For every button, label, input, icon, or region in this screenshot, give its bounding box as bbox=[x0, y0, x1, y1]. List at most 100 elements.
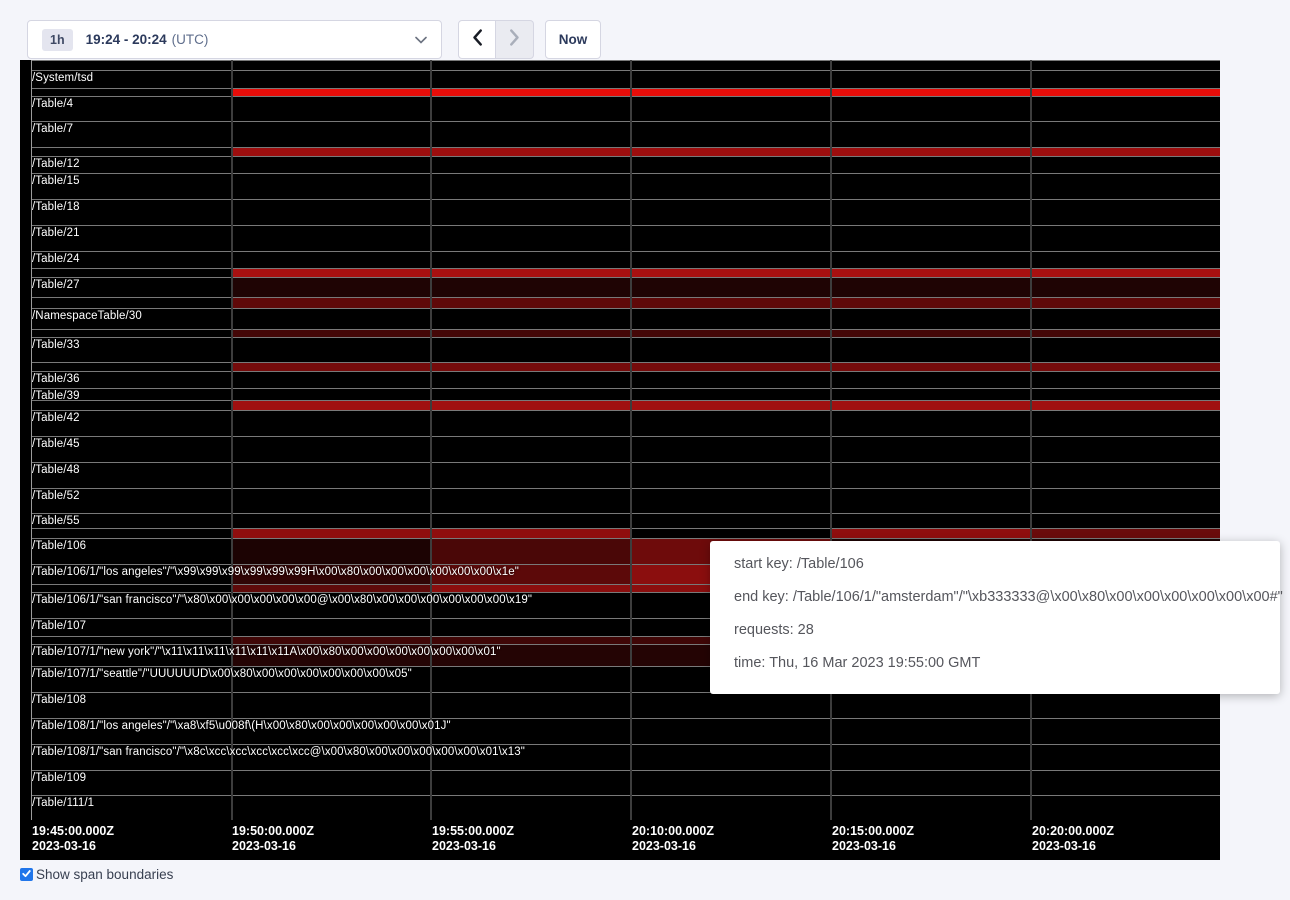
tooltip-line: start key: /Table/106 bbox=[734, 554, 1256, 574]
keyspace-row[interactable]: /Table/15 bbox=[31, 173, 1220, 199]
keyspace-row[interactable]: /Table/108/1/"san francisco"/"\x8c\xcc\x… bbox=[31, 744, 1220, 770]
heat-cell[interactable] bbox=[232, 637, 431, 644]
keyspace-row[interactable]: /Table/111/1 bbox=[31, 795, 1220, 820]
tooltip-line: time: Thu, 16 Mar 2023 19:55:00 GMT bbox=[734, 653, 1256, 673]
time-range-selector[interactable]: 1h 19:24 - 20:24 (UTC) bbox=[27, 20, 442, 59]
heat-cell[interactable] bbox=[232, 148, 431, 156]
heat-cell[interactable] bbox=[232, 89, 431, 96]
heat-cell[interactable] bbox=[232, 269, 431, 277]
keyspace-row[interactable]: /Table/42 bbox=[31, 410, 1220, 436]
heat-cell[interactable] bbox=[831, 401, 1031, 410]
heat-cell[interactable] bbox=[431, 529, 631, 538]
heat-cell[interactable] bbox=[831, 363, 1031, 371]
heat-cell[interactable] bbox=[431, 401, 631, 410]
heat-cell[interactable] bbox=[631, 298, 831, 308]
heat-cell[interactable] bbox=[1031, 298, 1220, 308]
heat-cell[interactable] bbox=[631, 278, 831, 297]
heat-cell[interactable] bbox=[831, 269, 1031, 277]
heat-cell[interactable] bbox=[232, 298, 431, 308]
keyspace-row[interactable]: /System/tsd bbox=[31, 70, 1220, 88]
heat-cell[interactable] bbox=[232, 401, 431, 410]
time-tick-label: 19:55:00.000Z2023-03-16 bbox=[432, 824, 514, 854]
key-label: /Table/106/1/"san francisco"/"\x80\x00\x… bbox=[32, 594, 532, 606]
keyspace-row[interactable]: /Table/109 bbox=[31, 770, 1220, 795]
key-label: /Table/109 bbox=[32, 772, 86, 784]
heat-cell[interactable] bbox=[831, 330, 1031, 337]
keyspace-row[interactable]: /Table/108/1/"los angeles"/"\xa8\xf5\u00… bbox=[31, 718, 1220, 744]
heat-cell[interactable] bbox=[232, 539, 431, 564]
heat-band-row[interactable] bbox=[31, 268, 1220, 277]
key-label: /Table/108 bbox=[32, 694, 86, 706]
heat-cell[interactable] bbox=[1031, 330, 1220, 337]
keyspace-row[interactable]: /Table/12 bbox=[31, 156, 1220, 173]
heat-cell[interactable] bbox=[431, 278, 631, 297]
heat-cell[interactable] bbox=[1031, 269, 1220, 277]
heat-cell[interactable] bbox=[232, 278, 431, 297]
heat-cell[interactable] bbox=[631, 148, 831, 156]
heat-cell[interactable] bbox=[1031, 363, 1220, 371]
tooltip-line: requests: 28 bbox=[734, 620, 1256, 640]
heat-cell[interactable] bbox=[631, 401, 831, 410]
heat-cell[interactable] bbox=[431, 585, 631, 592]
heat-band-row[interactable] bbox=[31, 362, 1220, 371]
heat-cell[interactable] bbox=[631, 330, 831, 337]
keyspace-row[interactable]: /Table/24 bbox=[31, 251, 1220, 268]
heat-band-row[interactable] bbox=[31, 400, 1220, 410]
prev-time-button[interactable] bbox=[458, 20, 496, 59]
heat-cell[interactable] bbox=[232, 529, 431, 538]
heat-cell[interactable] bbox=[431, 637, 631, 644]
heat-cell[interactable] bbox=[431, 269, 631, 277]
keyspace-row[interactable]: /Table/108 bbox=[31, 692, 1220, 718]
heat-cell[interactable] bbox=[1031, 401, 1220, 410]
heat-cell[interactable] bbox=[1031, 148, 1220, 156]
heat-cell[interactable] bbox=[631, 269, 831, 277]
keyspace-row[interactable]: /Table/27 bbox=[31, 277, 1220, 297]
keyspace-row[interactable]: /Table/7 bbox=[31, 121, 1220, 147]
keyspace-row[interactable]: /Table/33 bbox=[31, 337, 1220, 362]
heat-cell[interactable] bbox=[431, 298, 631, 308]
heat-band-row[interactable] bbox=[31, 147, 1220, 156]
keyspace-row[interactable]: /Table/48 bbox=[31, 462, 1220, 488]
key-label: /Table/33 bbox=[32, 339, 80, 351]
keyspace-row[interactable]: /Table/4 bbox=[31, 96, 1220, 121]
heat-cell[interactable] bbox=[831, 298, 1031, 308]
next-time-button[interactable] bbox=[496, 20, 534, 59]
heat-cell[interactable] bbox=[431, 89, 631, 96]
heat-cell[interactable] bbox=[232, 585, 431, 592]
keyspace-row[interactable]: /Table/18 bbox=[31, 199, 1220, 225]
heat-cell[interactable] bbox=[631, 363, 831, 371]
heat-band-row[interactable] bbox=[31, 60, 1220, 70]
heat-cell[interactable] bbox=[431, 148, 631, 156]
keyspace-row[interactable]: /Table/52 bbox=[31, 488, 1220, 513]
heat-cell[interactable] bbox=[831, 278, 1031, 297]
keyspace-row[interactable]: /Table/21 bbox=[31, 225, 1220, 251]
show-span-boundaries-control[interactable]: Show span boundaries bbox=[20, 867, 173, 882]
heat-cell[interactable] bbox=[232, 330, 431, 337]
heat-cell[interactable] bbox=[831, 529, 1031, 538]
key-label: /Table/45 bbox=[32, 438, 80, 450]
heat-cell[interactable] bbox=[232, 363, 431, 371]
key-label: /Table/108/1/"los angeles"/"\xa8\xf5\u00… bbox=[32, 720, 451, 732]
show-span-boundaries-checkbox[interactable] bbox=[20, 868, 33, 881]
heat-cell[interactable] bbox=[1031, 89, 1220, 96]
heat-cell[interactable] bbox=[431, 539, 631, 564]
heat-cell[interactable] bbox=[831, 89, 1031, 96]
heat-cell[interactable] bbox=[1031, 529, 1220, 538]
keyspace-row[interactable]: /Table/36 bbox=[31, 371, 1220, 388]
heat-cell[interactable] bbox=[431, 363, 631, 371]
key-visualizer-canvas[interactable]: /System/tsd/Table/4/Table/7/Table/12/Tab… bbox=[20, 60, 1220, 860]
heat-band-row[interactable] bbox=[31, 528, 1220, 538]
now-button[interactable]: Now bbox=[545, 20, 601, 59]
heat-band-row[interactable] bbox=[31, 88, 1220, 96]
heat-band-row[interactable] bbox=[31, 329, 1220, 337]
time-gridline bbox=[1030, 60, 1032, 820]
keyspace-row[interactable]: /Table/55 bbox=[31, 513, 1220, 528]
keyspace-row[interactable]: /NamespaceTable/30 bbox=[31, 308, 1220, 329]
heat-cell[interactable] bbox=[1031, 278, 1220, 297]
keyspace-row[interactable]: /Table/45 bbox=[31, 436, 1220, 462]
heat-band-row[interactable] bbox=[31, 297, 1220, 308]
keyspace-row[interactable]: /Table/39 bbox=[31, 388, 1220, 400]
heat-cell[interactable] bbox=[431, 330, 631, 337]
heat-cell[interactable] bbox=[831, 148, 1031, 156]
heat-cell[interactable] bbox=[631, 89, 831, 96]
